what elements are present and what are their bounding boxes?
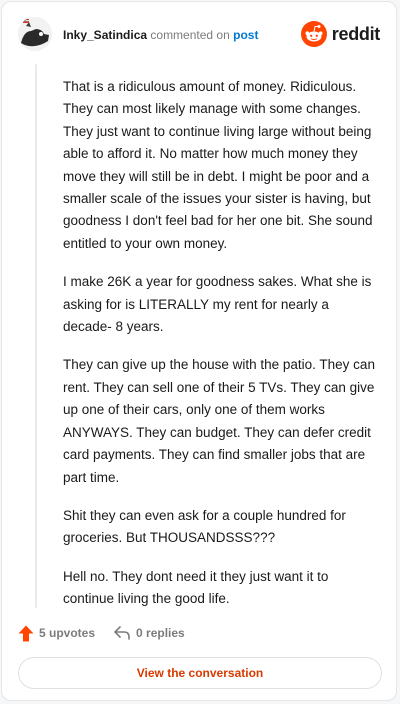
reddit-logo-icon xyxy=(300,21,327,47)
reply-count: 0 replies xyxy=(136,626,185,640)
comment-paragraph: I make 26K a year for goodness sakes. Wh… xyxy=(63,274,372,335)
reply-button[interactable]: 0 replies xyxy=(113,625,185,641)
comment-embed-card: Inky_Satindica commented on post reddit … xyxy=(1,1,397,701)
view-conversation-button[interactable]: View the conversation xyxy=(18,657,382,689)
comment-actions: 5 upvotes 0 replies xyxy=(18,622,203,644)
reddit-wordmark: reddit xyxy=(331,23,381,44)
reddit-logo[interactable]: reddit xyxy=(300,21,381,47)
upvote-button[interactable]: 5 upvotes xyxy=(18,625,95,642)
comment-paragraph: Shit they can even ask for a couple hund… xyxy=(63,507,346,546)
comment-paragraph: That is a ridiculous amount of money. Ri… xyxy=(63,79,373,251)
thread-line xyxy=(35,64,37,608)
upvote-arrow-icon xyxy=(18,625,34,641)
avatar[interactable] xyxy=(18,17,52,51)
post-link[interactable]: post xyxy=(233,28,258,42)
comment-paragraph: They can give up the house with the pati… xyxy=(63,357,375,485)
commented-on-text: commented on xyxy=(150,28,230,42)
username-link[interactable]: Inky_Satindica xyxy=(63,28,147,42)
comment-paragraph: Hell no. They dont need it they just wan… xyxy=(63,568,329,607)
comment-body: That is a ridiculous amount of money. Ri… xyxy=(63,76,379,627)
upvote-count: 5 upvotes xyxy=(39,626,96,640)
comment-header: Inky_Satindica commented on post reddit xyxy=(18,17,380,53)
comment-meta: Inky_Satindica commented on post xyxy=(63,27,258,43)
reply-icon xyxy=(114,626,130,640)
